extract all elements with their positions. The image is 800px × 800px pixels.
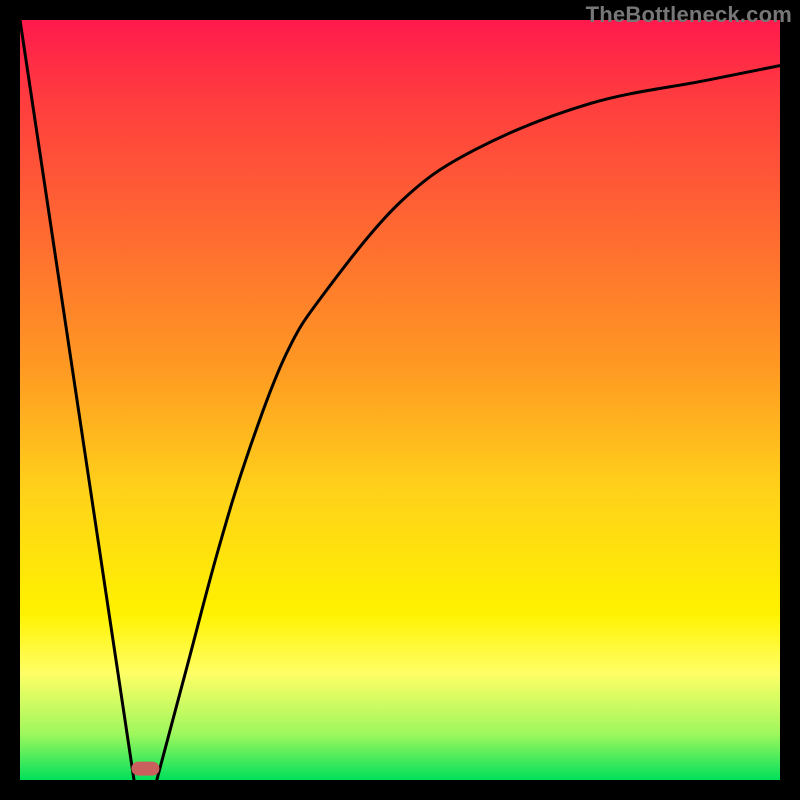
chart-frame: TheBottleneck.com	[0, 0, 800, 800]
series-right-ascent	[157, 66, 780, 780]
series-left-descent	[20, 20, 134, 780]
watermark-label: TheBottleneck.com	[586, 2, 792, 28]
optimum-marker	[131, 762, 159, 776]
plot-area	[20, 20, 780, 780]
chart-svg	[20, 20, 780, 780]
